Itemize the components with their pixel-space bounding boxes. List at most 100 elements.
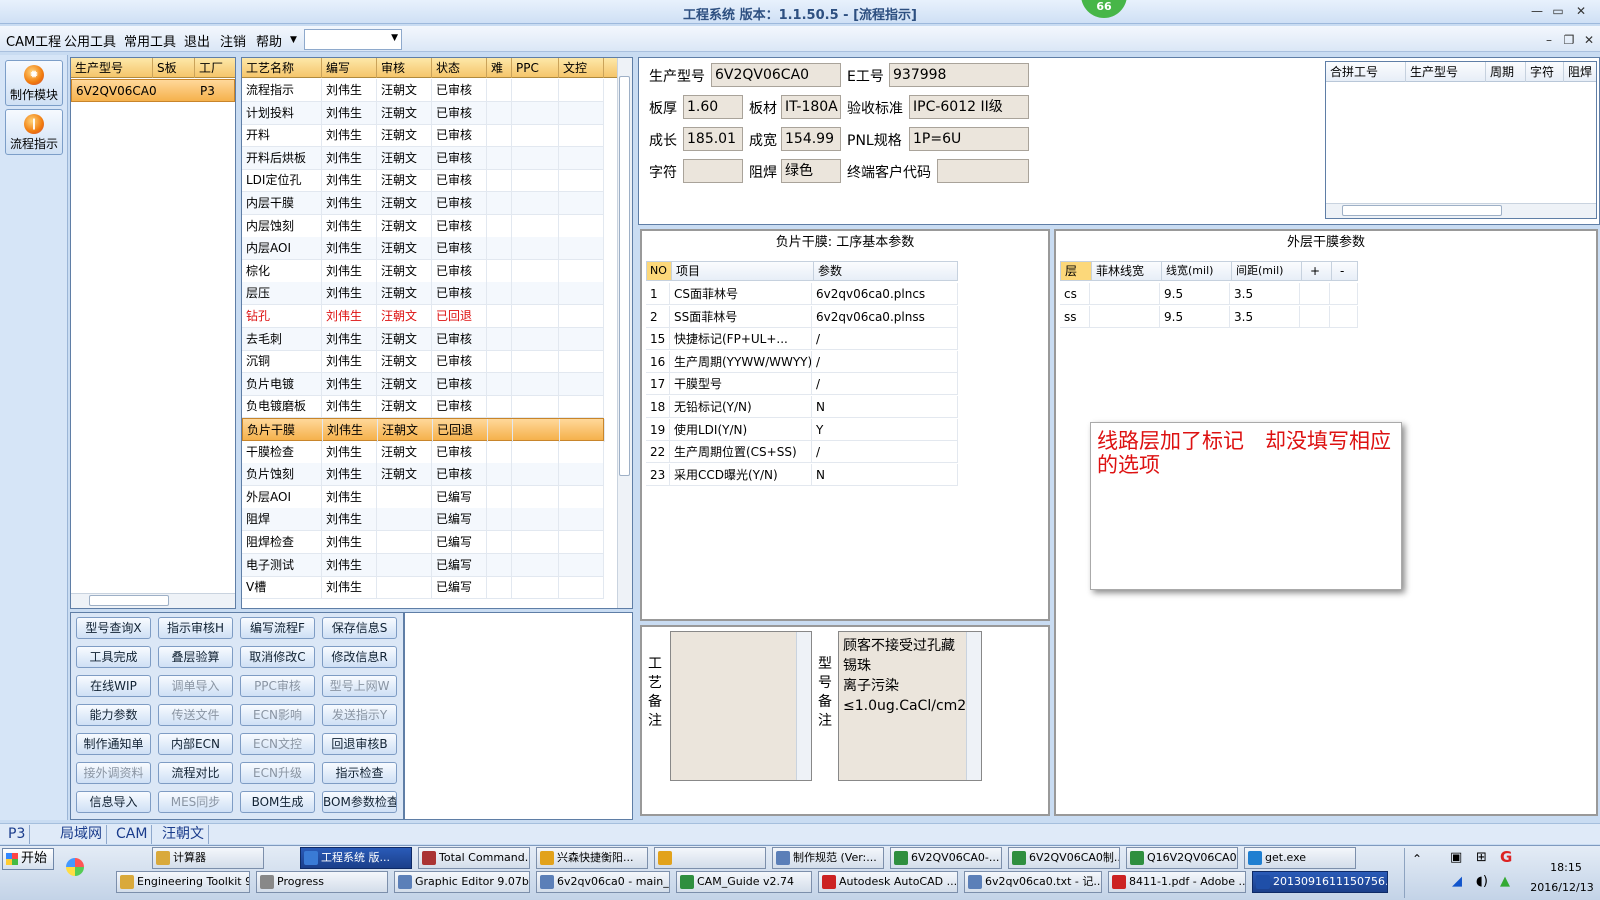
silkscreen-field[interactable] — [683, 159, 743, 183]
table-row[interactable]: 负片干膜 刘伟生 汪朝文 已回退 — [242, 418, 605, 442]
table-row[interactable]: 电子测试 刘伟生 已编写 — [242, 553, 604, 577]
minimize-button[interactable]: — — [1528, 3, 1546, 19]
table-row[interactable]: 23 采用CCD曝光(Y/N) N — [646, 463, 958, 486]
chevron-down-icon[interactable]: ▼ — [290, 35, 297, 45]
taskbar-item[interactable]: get.exe — [1244, 847, 1356, 869]
table-row[interactable]: 开料后烘板 刘伟生 汪朝文 已审核 — [242, 146, 604, 170]
table-row[interactable]: 负片电镀 刘伟生 汪朝文 已审核 — [242, 372, 604, 396]
table-row[interactable]: 16 生产周期(YYWW/WWYY) / — [646, 350, 958, 373]
tray-flag-icon[interactable]: ◢ — [1452, 874, 1462, 889]
action-button[interactable]: 编写流程F — [240, 617, 315, 639]
table-row[interactable]: 钻孔 刘伟生 汪朝文 已回退 — [242, 305, 604, 328]
table-row[interactable]: 流程指示 刘伟生 汪朝文 已审核 — [242, 79, 604, 102]
column-header[interactable]: 生产型号 — [71, 58, 153, 78]
action-button[interactable]: MES同步 — [158, 791, 233, 813]
action-button[interactable]: 在线WIP — [76, 675, 151, 697]
table-row[interactable]: 17 干膜型号 / — [646, 373, 958, 396]
process-note-field[interactable] — [670, 631, 812, 781]
table-row[interactable]: 19 使用LDI(Y/N) Y — [646, 418, 958, 441]
column-header[interactable]: 审核 — [377, 58, 432, 78]
table-row[interactable]: 15 快捷标记(FP+UL+... / — [646, 328, 958, 351]
action-button[interactable]: 接外调资料 — [76, 762, 151, 784]
tray-device-icon[interactable]: ▣ — [1450, 850, 1462, 865]
table-row[interactable]: 负电镀磨板 刘伟生 汪朝文 已审核 — [242, 395, 604, 419]
table-row[interactable]: 外层AOI 刘伟生 已编写 — [242, 485, 604, 509]
table-row[interactable]: ss 9.5 3.5 — [1060, 305, 1358, 328]
vertical-scrollbar[interactable] — [617, 58, 632, 608]
column-header[interactable]: 线宽(mil) — [1161, 262, 1231, 280]
close-button[interactable]: ✕ — [1572, 3, 1590, 19]
action-button[interactable]: ECN升级 — [240, 762, 315, 784]
column-header[interactable]: + — [1301, 262, 1331, 280]
table-row[interactable]: 开料 刘伟生 汪朝文 已审核 — [242, 124, 604, 148]
table-row[interactable]: 1 CS面菲林号 6v2qv06ca0.plncs — [646, 283, 958, 305]
action-button[interactable]: 指示审核H — [158, 617, 233, 639]
taskbar-item[interactable]: 工程系统 版... — [300, 847, 412, 869]
action-button[interactable]: 取消修改C — [240, 646, 315, 668]
taskbar-item[interactable]: 6V2QV06CA0制... — [1008, 847, 1120, 869]
column-header[interactable]: 字符 — [1526, 62, 1564, 82]
taskbar-item[interactable]: 6v2qv06ca0.txt - 记... — [964, 871, 1102, 893]
horizontal-scrollbar[interactable] — [71, 593, 235, 608]
table-row[interactable]: 干膜检查 刘伟生 汪朝文 已审核 — [242, 440, 604, 464]
table-row[interactable]: 阻焊检查 刘伟生 已编写 — [242, 531, 604, 554]
table-row[interactable]: LDI定位孔 刘伟生 汪朝文 已审核 — [242, 169, 604, 193]
table-row[interactable]: 22 生产周期位置(CS+SS) / — [646, 441, 958, 464]
column-header[interactable]: 难 — [487, 58, 512, 78]
table-row[interactable]: 计划投料 刘伟生 汪朝文 已审核 — [242, 101, 604, 125]
column-header[interactable]: 项目 — [671, 262, 813, 280]
table-row[interactable]: 棕化 刘伟生 汪朝文 已审核 — [242, 259, 604, 283]
action-button[interactable]: 传送文件 — [158, 704, 233, 726]
action-button[interactable]: 指示检查 — [322, 762, 397, 784]
column-header[interactable]: 状态 — [432, 58, 487, 78]
column-header[interactable]: S板 — [153, 58, 195, 78]
tray-app-icon[interactable]: G — [1500, 848, 1512, 866]
taskbar-item[interactable]: Total Command... — [418, 847, 530, 869]
column-header[interactable]: - — [1331, 262, 1359, 280]
column-header[interactable]: 周期 — [1486, 62, 1526, 82]
menu-logout[interactable]: 注销 — [220, 31, 246, 50]
thickness-field[interactable]: 1.60 — [683, 95, 743, 119]
action-button[interactable]: 信息导入 — [76, 791, 151, 813]
table-row[interactable]: 阻焊 刘伟生 已编写 — [242, 508, 604, 532]
taskbar-item[interactable]: 兴森快捷衡阳... — [536, 847, 648, 869]
maximize-button[interactable]: ▭ — [1549, 3, 1567, 19]
taskbar-item[interactable]: 6v2qv06ca0 - main_qa — [536, 871, 670, 893]
width-field[interactable]: 154.99 — [781, 127, 841, 151]
column-header[interactable]: 合拼工号 — [1326, 62, 1406, 82]
tray-chart-icon[interactable]: ▲ — [1500, 874, 1510, 889]
solder-mask-field[interactable]: 绿色 — [781, 159, 841, 183]
tray-network-icon[interactable]: ⊞ — [1476, 850, 1487, 865]
taskbar-item[interactable]: Engineering Toolkit 9... — [116, 871, 250, 893]
start-button[interactable]: 开始 — [2, 848, 54, 870]
taskbar-item[interactable] — [654, 847, 766, 869]
clock-time[interactable]: 18:15 — [1536, 861, 1596, 874]
action-button[interactable]: 内部ECN — [158, 733, 233, 755]
column-header[interactable]: 工艺名称 — [242, 58, 322, 78]
table-row[interactable]: 内层干膜 刘伟生 汪朝文 已审核 — [242, 192, 604, 215]
column-header[interactable]: 层 — [1061, 262, 1091, 280]
mdi-minimize-button[interactable]: – — [1540, 32, 1558, 48]
taskbar-item[interactable]: 计算器 — [152, 847, 264, 869]
action-button[interactable]: 流程对比 — [158, 762, 233, 784]
column-header[interactable]: 生产型号 — [1406, 62, 1486, 82]
action-button[interactable]: PPC审核 — [240, 675, 315, 697]
pnl-field[interactable]: 1P=6U — [909, 127, 1029, 151]
table-row[interactable]: 18 无铅标记(Y/N) N — [646, 396, 958, 418]
taskbar-item[interactable]: Progress — [256, 871, 388, 893]
action-button[interactable]: 叠层验算 — [158, 646, 233, 668]
taskbar-item[interactable]: 6V2QV06CA0-... — [890, 847, 1002, 869]
menu-common-tools[interactable]: 常用工具 — [124, 31, 176, 50]
column-header[interactable]: 参数 — [813, 262, 959, 280]
action-button[interactable]: 制作通知单 — [76, 733, 151, 755]
action-button[interactable]: 发送指示Y — [322, 704, 397, 726]
table-row[interactable]: 2 SS面菲林号 6v2qv06ca0.plnss — [646, 305, 958, 328]
e-no-field[interactable]: 937998 — [889, 63, 1029, 87]
action-button[interactable]: ECN文控 — [240, 733, 315, 755]
action-button[interactable]: 保存信息S — [322, 617, 397, 639]
action-button[interactable]: 型号上网W — [322, 675, 397, 697]
table-row[interactable]: 沉铜 刘伟生 汪朝文 已审核 — [242, 350, 604, 374]
menu-help[interactable]: 帮助 — [256, 31, 282, 50]
column-header[interactable]: 间距(mil) — [1231, 262, 1301, 280]
action-button[interactable]: 型号查询X — [76, 617, 151, 639]
